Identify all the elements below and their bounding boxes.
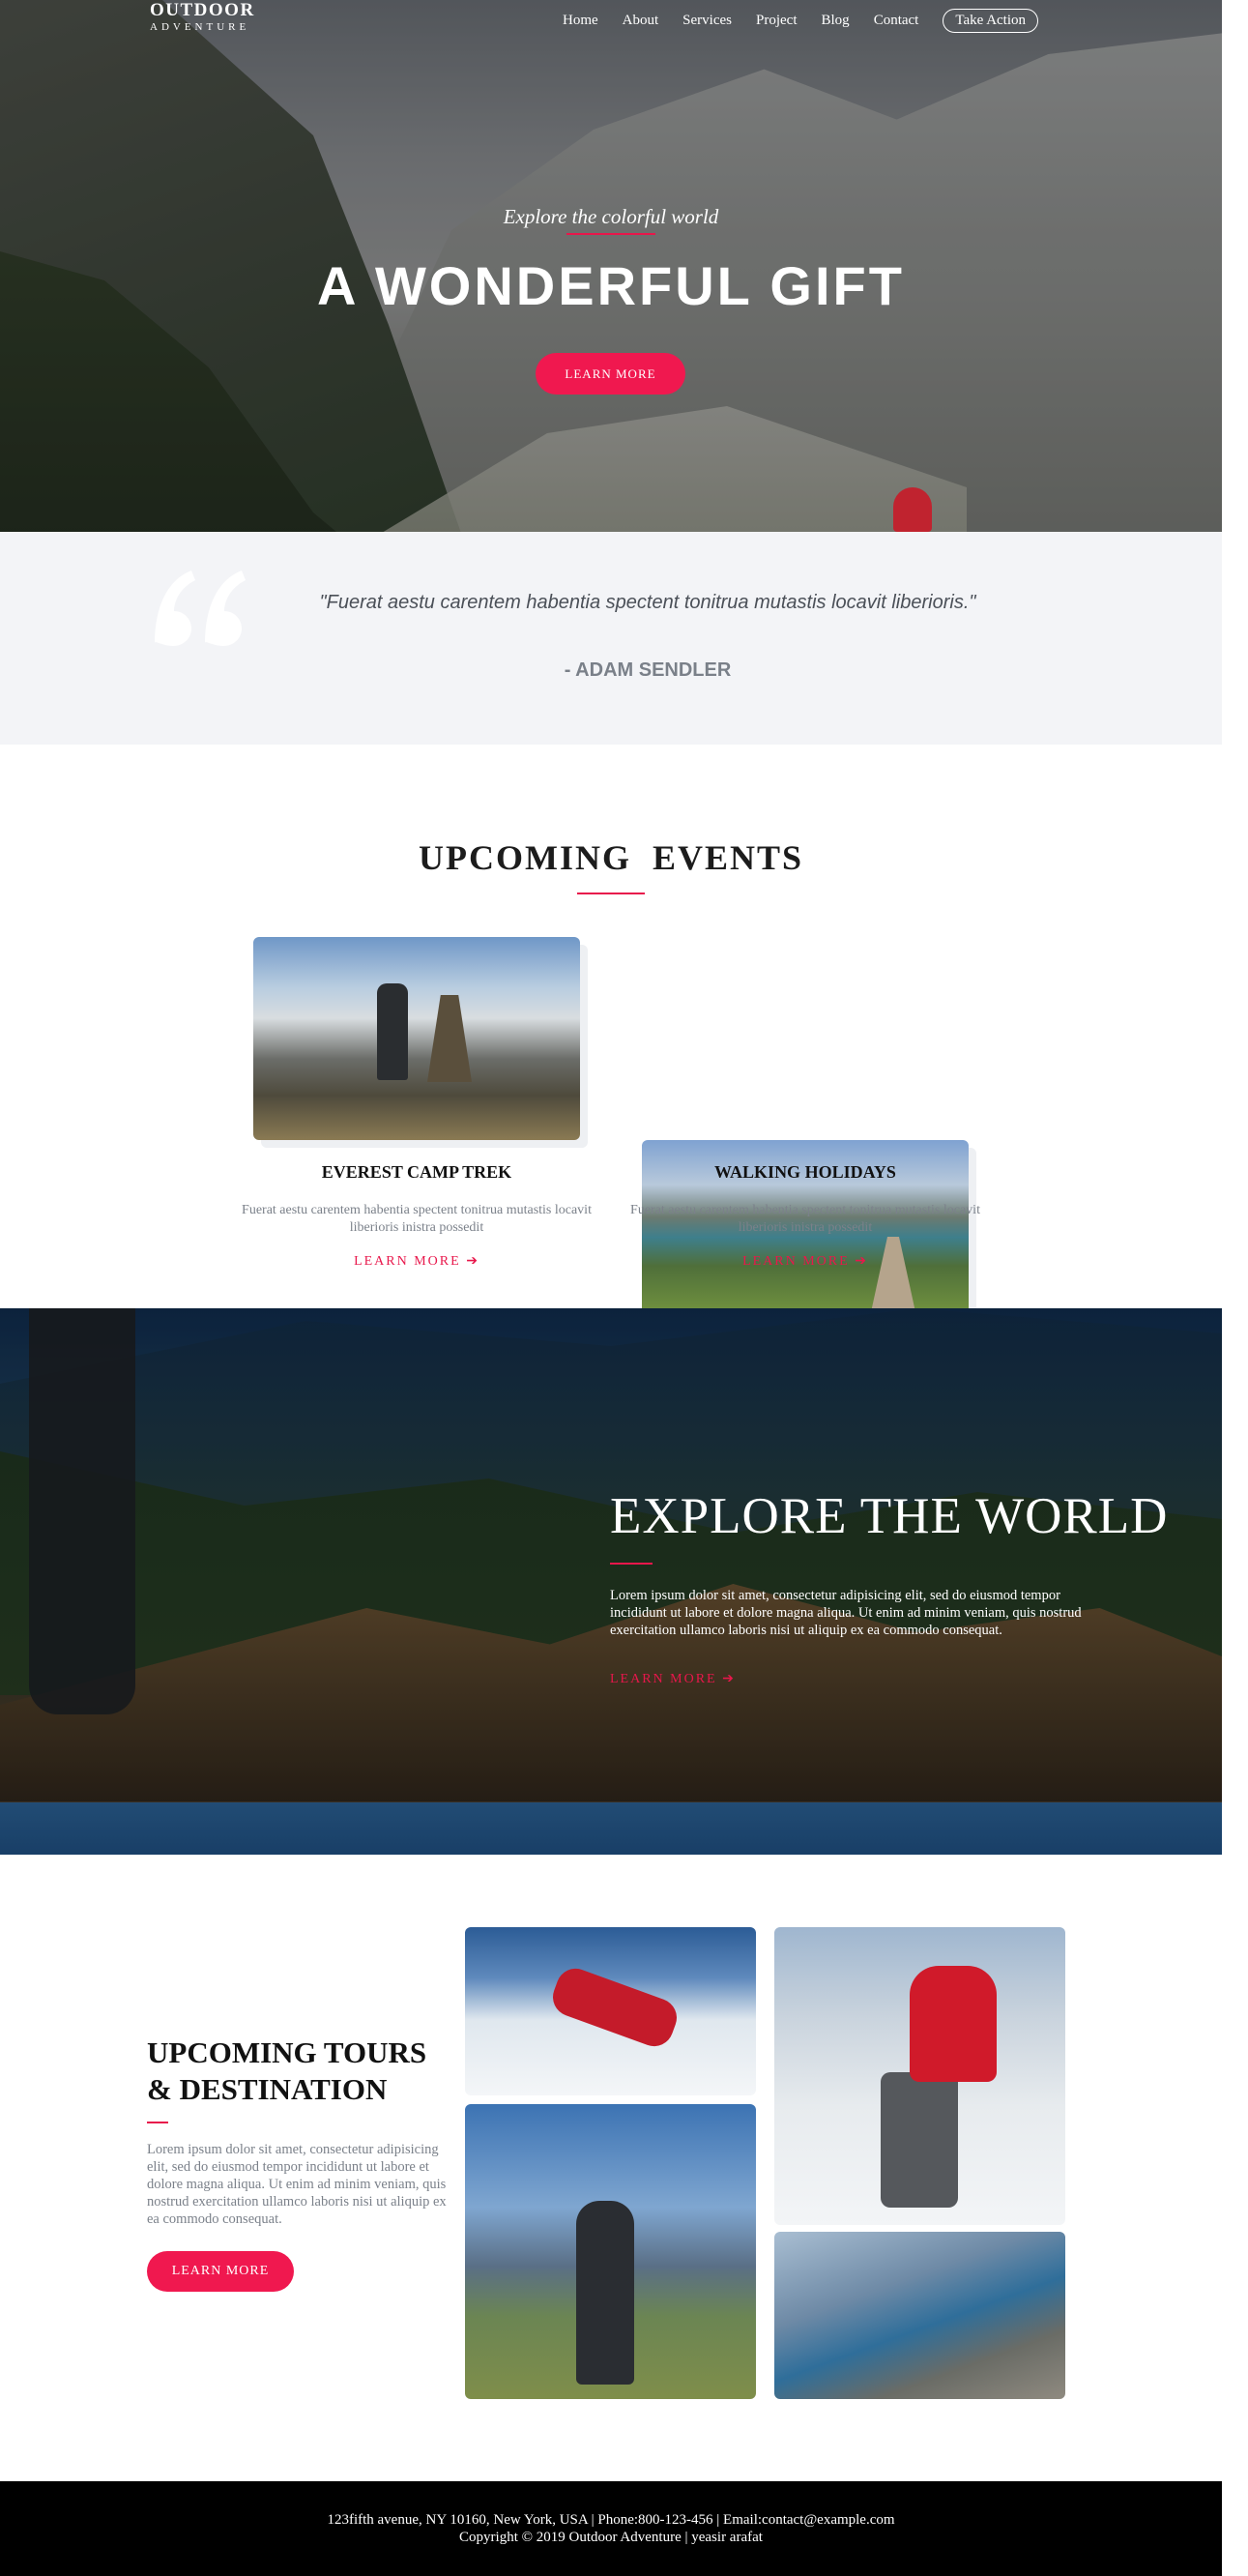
- hiker-shape: [377, 983, 408, 1080]
- take-action-button[interactable]: Take Action: [943, 8, 1039, 33]
- nav-about[interactable]: About: [623, 13, 659, 29]
- link-label: LEARN MORE: [742, 1254, 850, 1269]
- tour-image-cyclist[interactable]: [465, 2104, 756, 2399]
- skier-shape: [910, 1966, 997, 2082]
- event-title: WALKING HOLIDAYS: [714, 1162, 896, 1182]
- events-heading: UPCOMING EVENTS: [418, 838, 804, 877]
- skier-shape: [547, 1963, 682, 2052]
- cyclist-shape: [576, 2201, 634, 2385]
- tours-learn-more-button[interactable]: LEARN MORE: [147, 2251, 294, 2292]
- nav-contact[interactable]: Contact: [874, 13, 919, 29]
- explore-heading: EXPLORE THE WORLD: [610, 1488, 1169, 1544]
- main-nav: Home About Services Project Blog Contact…: [563, 6, 1039, 35]
- hero-subtitle-underline: [566, 233, 655, 235]
- cairn-shape: [427, 995, 472, 1082]
- explore-overlay: [0, 1308, 1222, 1855]
- tour-image-skier-standing[interactable]: [774, 1927, 1065, 2225]
- event-learn-more-link[interactable]: LEARN MORE ➔: [233, 1253, 600, 1270]
- footer-copyright: Copyright © 2019 Outdoor Adventure | yea…: [459, 2530, 763, 2545]
- explore-text: Lorem ipsum dolor sit amet, consectetur …: [610, 1588, 1082, 1638]
- arrow-right-icon: ➔: [855, 1254, 868, 1269]
- tours-heading-underline: [147, 2122, 168, 2123]
- nav-project[interactable]: Project: [756, 13, 798, 29]
- tour-image-fjord[interactable]: [774, 2232, 1065, 2399]
- arrow-right-icon: ➔: [722, 1672, 736, 1686]
- quote-author: - ADAM SENDLER: [564, 659, 732, 681]
- explore-heading-underline: [610, 1563, 653, 1565]
- event-desc: Fuerat aestu carentem habentia spectent …: [630, 1203, 980, 1235]
- page: OUTDOOR ADVENTURE Home About Services Pr…: [0, 0, 1222, 2576]
- footer-contact: 123fifth avenue, NY 10160, New York, USA…: [327, 2512, 895, 2528]
- tours-text: Lorem ipsum dolor sit amet, consectetur …: [147, 2142, 447, 2227]
- footer: 123fifth avenue, NY 10160, New York, USA…: [0, 2481, 1222, 2576]
- skier-legs-shape: [881, 2072, 958, 2208]
- tours-heading: UPCOMING TOURS & DESTINATION: [147, 2035, 427, 2106]
- event-learn-more-link[interactable]: LEARN MORE ➔: [622, 1253, 989, 1270]
- explore-section: [0, 1308, 1222, 1855]
- nav-services[interactable]: Services: [682, 13, 732, 29]
- quote-text: "Fuerat aestu carentem habentia spectent…: [319, 592, 976, 613]
- tour-image-skier-downhill[interactable]: [465, 1927, 756, 2095]
- logo-name: OUTDOOR: [150, 0, 255, 20]
- event-desc: Fuerat aestu carentem habentia spectent …: [242, 1203, 592, 1235]
- logo-tagline: ADVENTURE: [150, 21, 250, 33]
- hero-title: A WONDERFUL GIFT: [317, 255, 905, 316]
- link-label: LEARN MORE: [354, 1254, 461, 1269]
- event-title: EVEREST CAMP TREK: [321, 1162, 512, 1182]
- quote-icon: [155, 571, 246, 646]
- hero-hiker: [893, 487, 932, 532]
- nav-home[interactable]: Home: [563, 13, 598, 29]
- site-logo[interactable]: OUTDOOR ADVENTURE: [150, 0, 255, 33]
- events-heading-underline: [577, 893, 645, 894]
- event-image-everest[interactable]: [253, 937, 580, 1140]
- link-label: LEARN MORE: [610, 1672, 717, 1686]
- hero-subtitle: Explore the colorful world: [503, 205, 719, 228]
- page-margin: [1222, 0, 1248, 2576]
- arrow-right-icon: ➔: [466, 1254, 479, 1269]
- nav-blog[interactable]: Blog: [822, 13, 850, 29]
- hero-learn-more-button[interactable]: LEARN MORE: [536, 353, 685, 395]
- explore-learn-more-link[interactable]: LEARN MORE ➔: [610, 1671, 736, 1687]
